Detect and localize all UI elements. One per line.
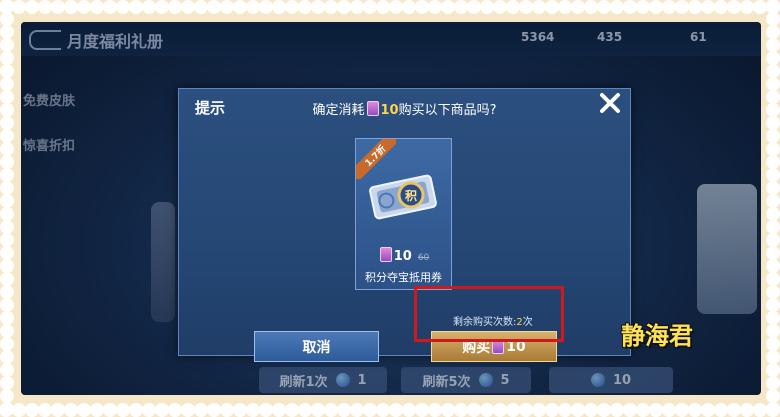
item-price-row: 10 60 bbox=[356, 247, 451, 264]
question-suffix: 购买以下商品吗? bbox=[398, 103, 497, 118]
item-original-price: 60 bbox=[417, 253, 430, 263]
confirm-question: 确定消耗 10购买以下商品吗? bbox=[179, 99, 630, 118]
item-price: 10 bbox=[393, 249, 412, 264]
question-prefix: 确定消耗 bbox=[312, 103, 365, 118]
item-card[interactable]: 1.7折 积 10 60 积分夺宝抵用券 bbox=[355, 138, 452, 290]
voucher-icon: 积 bbox=[369, 174, 437, 220]
voucher-glyph: 积 bbox=[405, 188, 417, 203]
item-name: 积分夺宝抵用券 bbox=[365, 271, 442, 284]
highlight-annotation-box bbox=[414, 286, 564, 342]
watermark: 静海君 bbox=[621, 321, 693, 350]
ticket-icon bbox=[379, 247, 392, 262]
screenshot-frame: 月度福利礼册 5364 435 61 免费皮肤 惊喜折扣 刷新1次 1 刷新5次… bbox=[0, 0, 780, 417]
question-amount: 10 bbox=[380, 103, 399, 118]
ticket-icon bbox=[366, 101, 379, 116]
cancel-button[interactable]: 取消 bbox=[254, 331, 379, 362]
